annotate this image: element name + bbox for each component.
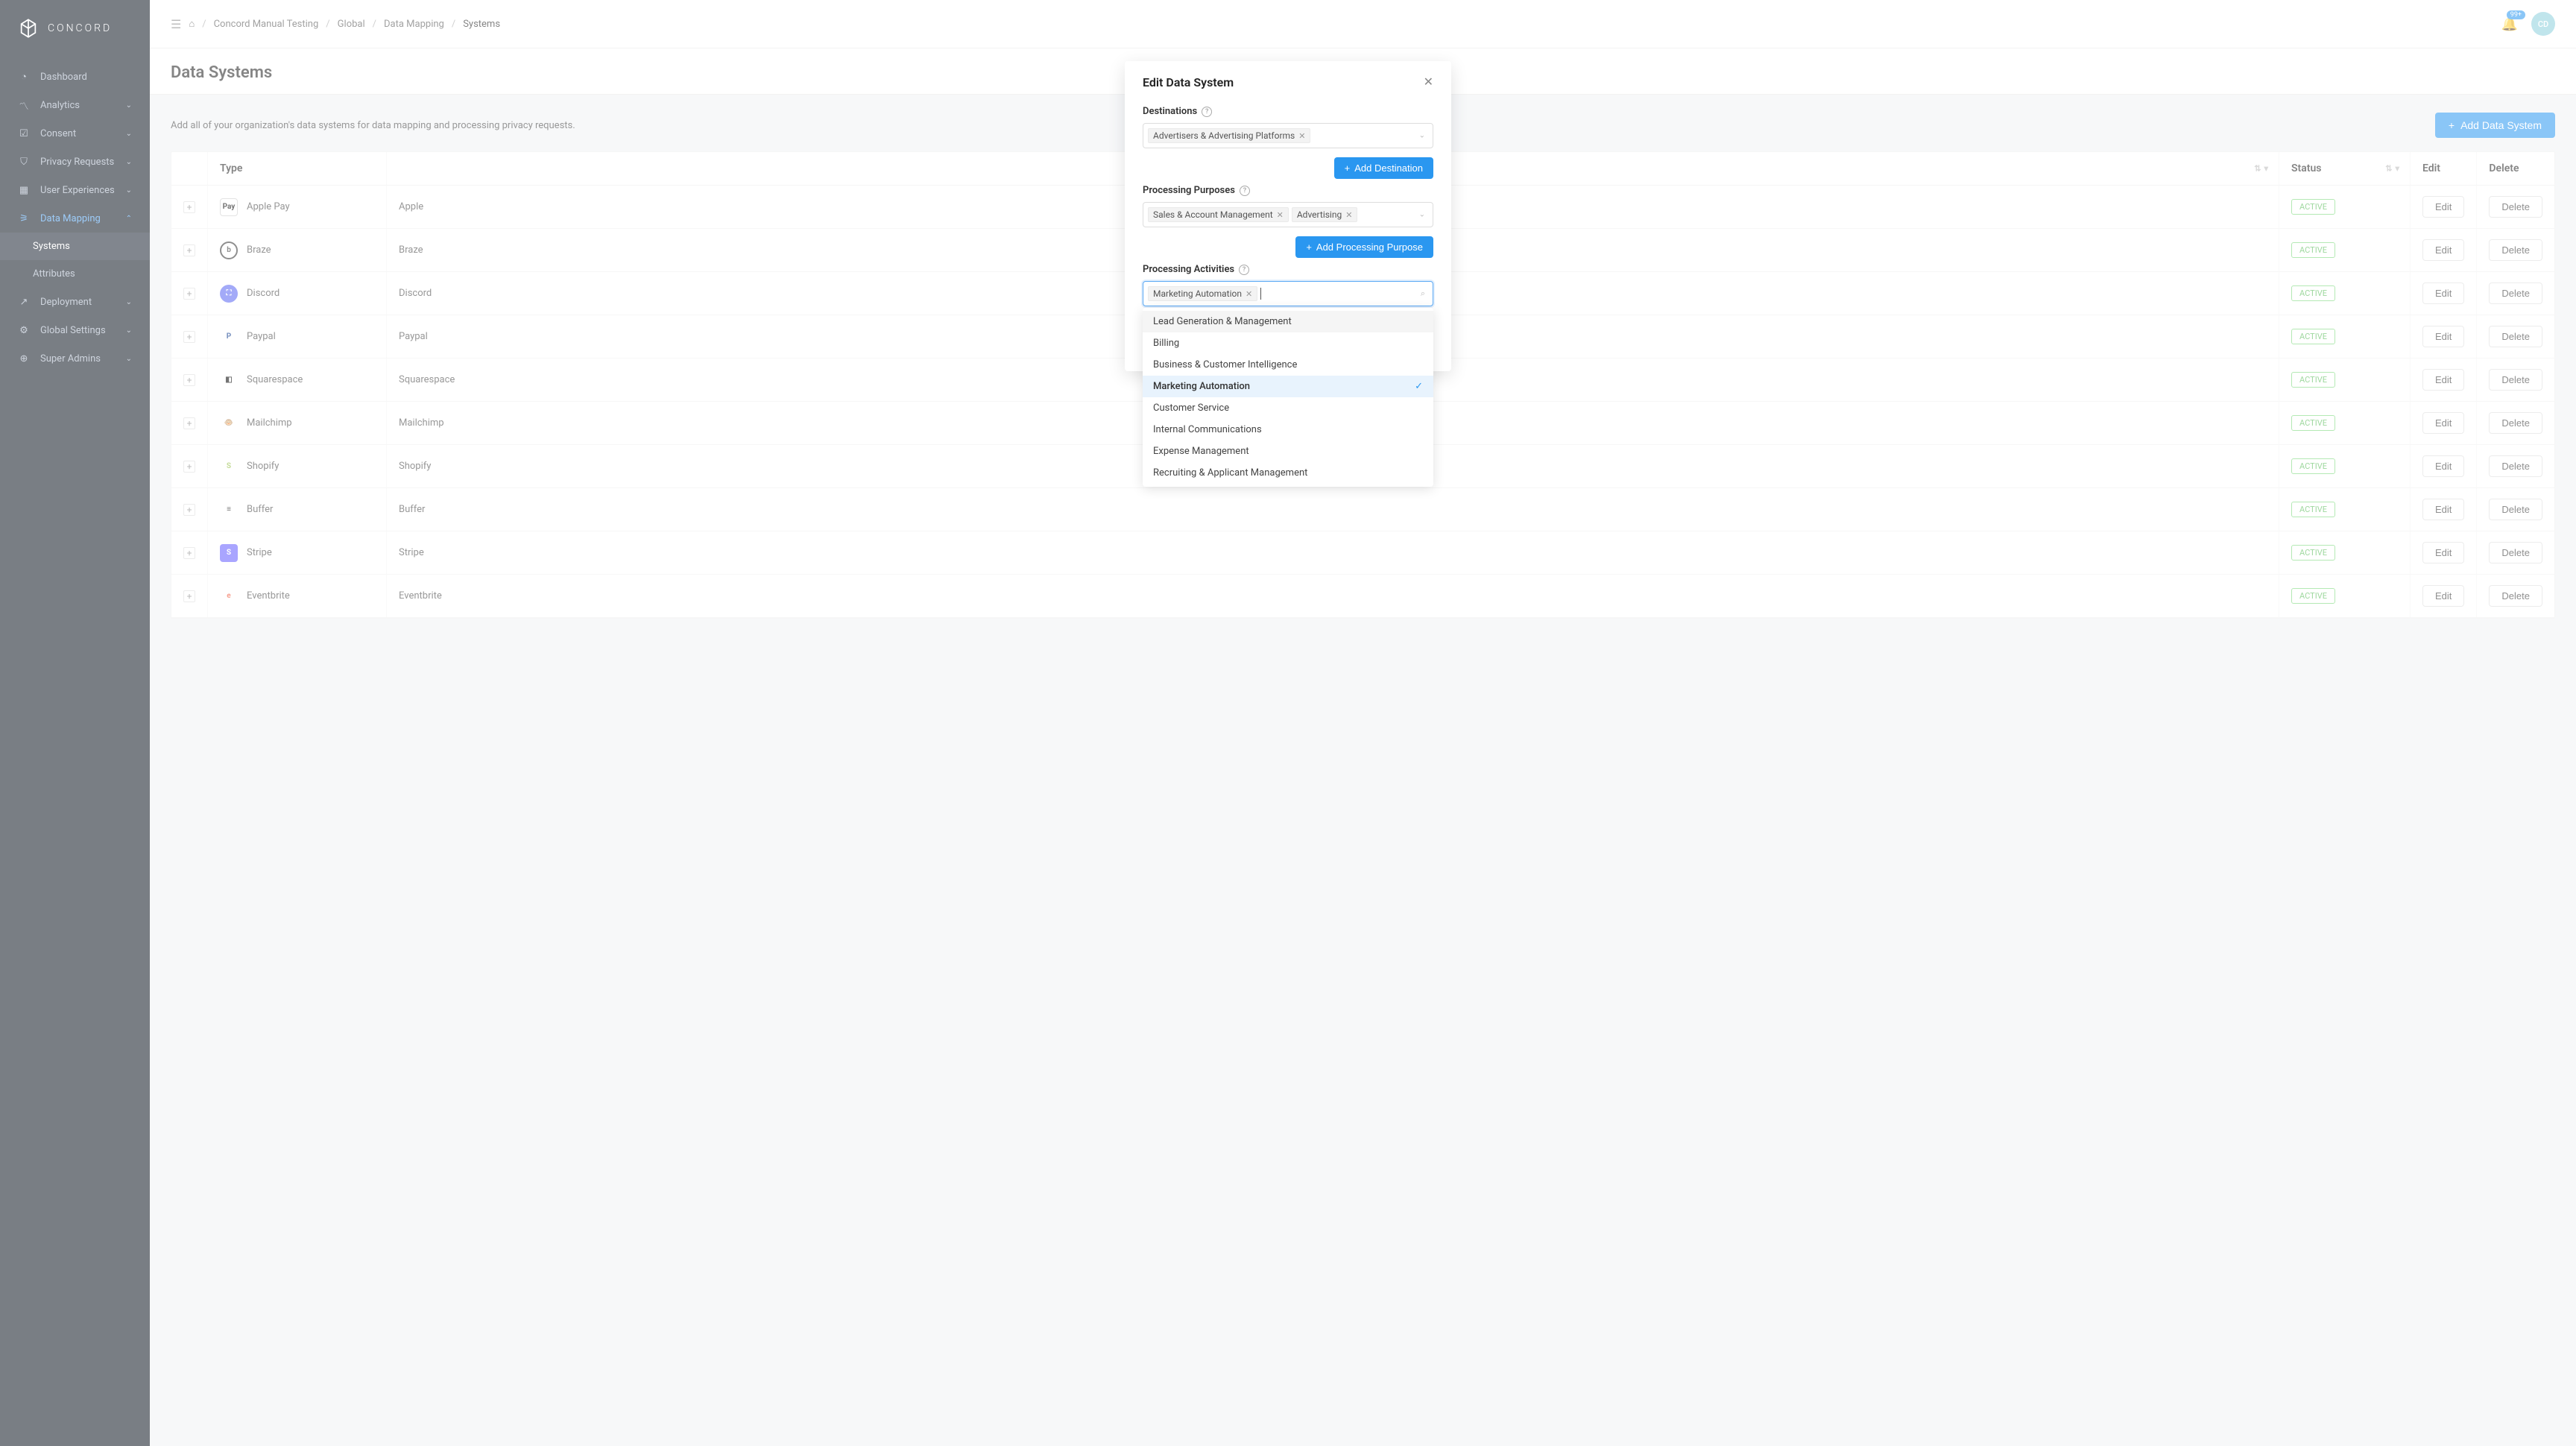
activity-tag: Marketing Automation ✕: [1148, 286, 1257, 301]
destination-tag: Advertisers & Advertising Platforms ✕: [1148, 128, 1310, 143]
destinations-label: Destinations ?: [1143, 106, 1433, 117]
dropdown-option[interactable]: Customer Service: [1143, 397, 1433, 419]
option-label: Expense Management: [1153, 446, 1249, 457]
option-label: Business & Customer Intelligence: [1153, 359, 1297, 370]
dropdown-option[interactable]: Expense Management: [1143, 441, 1433, 462]
plus-icon: +: [1306, 241, 1312, 253]
check-icon: ✓: [1415, 381, 1423, 392]
option-label: Customer Service: [1153, 402, 1229, 414]
remove-tag-icon[interactable]: ✕: [1345, 210, 1352, 220]
activities-input[interactable]: Marketing Automation ✕ ⌕: [1143, 281, 1433, 306]
plus-icon: +: [1345, 162, 1351, 174]
option-label: Marketing Automation: [1153, 381, 1250, 392]
help-icon[interactable]: ?: [1202, 107, 1212, 117]
dropdown-option[interactable]: Internal Communications: [1143, 419, 1433, 441]
remove-tag-icon[interactable]: ✕: [1298, 131, 1305, 141]
option-label: Lead Generation & Management: [1153, 316, 1292, 327]
purposes-label: Processing Purposes ?: [1143, 185, 1433, 196]
purpose-tag: Advertising ✕: [1292, 207, 1358, 222]
add-purpose-button[interactable]: + Add Processing Purpose: [1295, 236, 1433, 258]
dropdown-option[interactable]: Business & Customer Intelligence: [1143, 354, 1433, 376]
add-destination-button[interactable]: + Add Destination: [1334, 157, 1433, 179]
dropdown-option[interactable]: Marketing Automation ✓: [1143, 376, 1433, 397]
option-label: Billing: [1153, 338, 1179, 349]
help-icon[interactable]: ?: [1240, 186, 1250, 196]
activities-label: Processing Activities ?: [1143, 264, 1433, 275]
modal-close-button[interactable]: ✕: [1424, 75, 1433, 89]
dropdown-option[interactable]: Recruiting & Applicant Management: [1143, 462, 1433, 484]
remove-tag-icon[interactable]: ✕: [1246, 289, 1252, 299]
dropdown-option[interactable]: Billing: [1143, 332, 1433, 354]
destinations-input[interactable]: Advertisers & Advertising Platforms ✕ ⌄: [1143, 123, 1433, 148]
activities-dropdown[interactable]: Lead Generation & Management Billing Busin…: [1143, 308, 1433, 487]
text-cursor: [1260, 288, 1261, 300]
chevron-down-icon[interactable]: ⌄: [1419, 211, 1425, 219]
remove-tag-icon[interactable]: ✕: [1277, 210, 1284, 220]
purposes-input[interactable]: Sales & Account Management ✕ Advertising…: [1143, 202, 1433, 227]
help-icon[interactable]: ?: [1239, 265, 1249, 275]
modal-title: Edit Data System: [1143, 75, 1234, 89]
search-icon: ⌕: [1421, 288, 1425, 299]
dropdown-option[interactable]: Lead Generation & Management: [1143, 311, 1433, 332]
purpose-tag: Sales & Account Management ✕: [1148, 207, 1289, 222]
chevron-down-icon[interactable]: ⌄: [1419, 132, 1425, 140]
option-label: Recruiting & Applicant Management: [1153, 467, 1307, 479]
option-label: Internal Communications: [1153, 424, 1262, 435]
